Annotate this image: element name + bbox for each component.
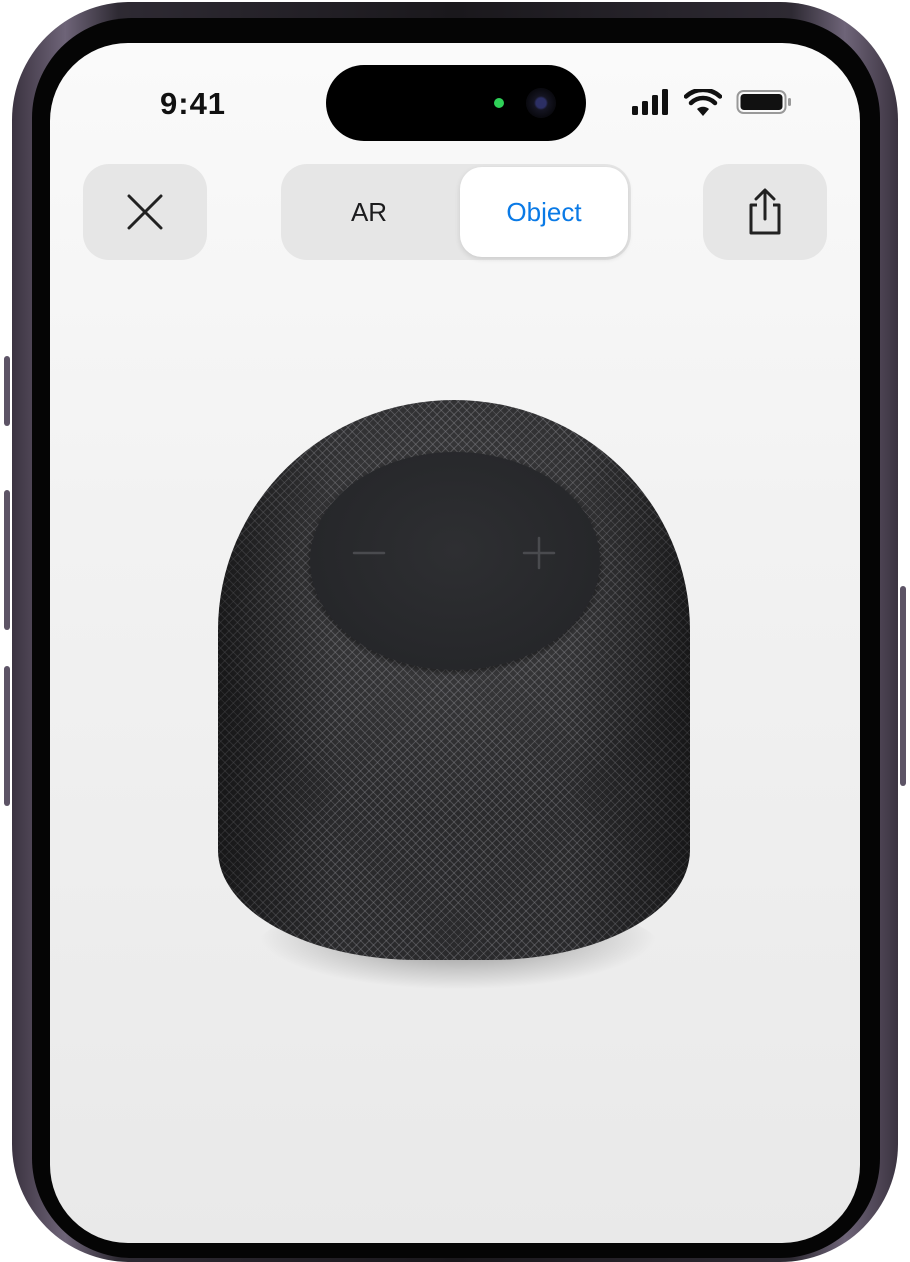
side-button-power — [900, 586, 906, 786]
side-button-volume-up — [4, 490, 10, 630]
close-icon — [127, 194, 163, 230]
wifi-icon — [684, 89, 722, 116]
segment-object[interactable]: Object — [460, 167, 628, 257]
status-time: 9:41 — [160, 86, 227, 121]
close-button[interactable] — [83, 164, 207, 260]
dynamic-island — [326, 65, 586, 141]
share-button[interactable] — [703, 164, 827, 260]
front-camera — [526, 88, 556, 118]
speaker-touch-surface — [310, 452, 600, 670]
view-mode-segmented-control: AR Object — [281, 164, 631, 260]
plus-icon — [522, 536, 556, 570]
status-icons — [632, 89, 792, 119]
segment-ar[interactable]: AR — [281, 164, 457, 260]
side-button-volume-down — [4, 666, 10, 806]
minus-icon — [352, 551, 386, 555]
homepod-3d-model[interactable] — [218, 400, 690, 990]
camera-indicator-dot — [494, 98, 504, 108]
battery-icon — [736, 90, 791, 114]
screen: 9:41 AR Object — [50, 43, 860, 1243]
side-button-action — [4, 356, 10, 426]
signal-icon — [632, 89, 668, 115]
speaker-mesh-body — [218, 400, 690, 960]
share-icon — [749, 188, 781, 235]
